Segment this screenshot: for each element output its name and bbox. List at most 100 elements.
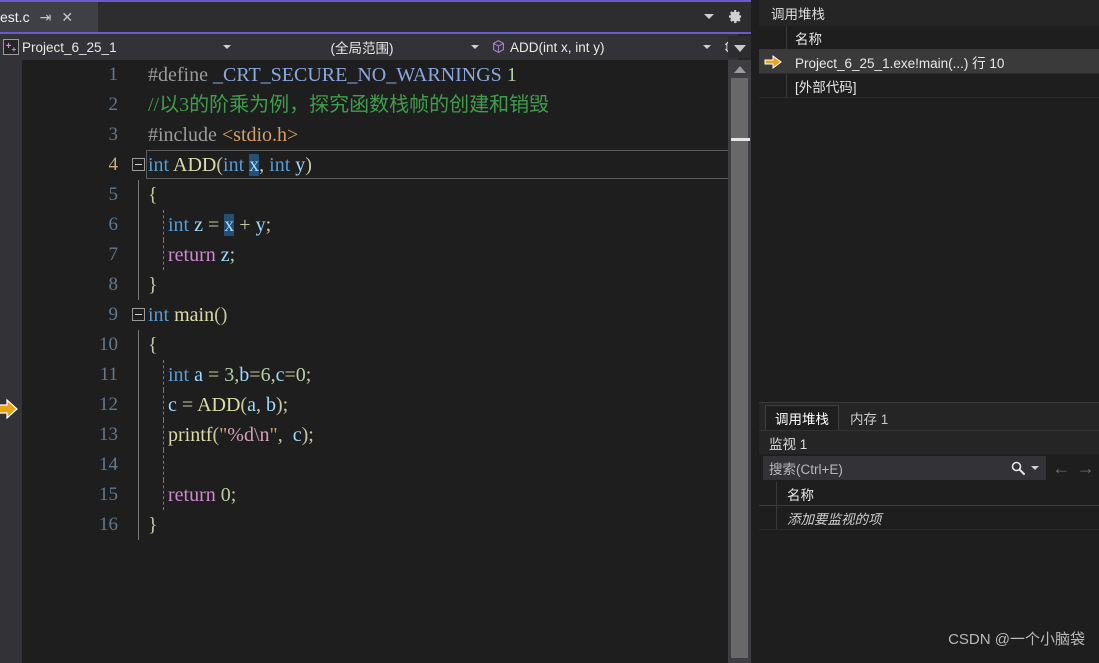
arrow-left-icon[interactable]: ← [1052, 459, 1071, 477]
callstack-row[interactable]: [外部代码] [759, 74, 1099, 98]
code-token: " [269, 424, 278, 446]
pin-icon[interactable]: ⇥ [40, 10, 52, 24]
watch-search-row: 搜索(Ctrl+E) ← → [759, 454, 1099, 482]
chevron-down-icon[interactable] [703, 45, 711, 49]
callstack-row-gutter [759, 74, 787, 97]
code-line[interactable]: 4 int ADD(int x, int y) [22, 150, 746, 180]
vertical-scrollbar[interactable] [728, 60, 751, 663]
line-number: 9 [108, 304, 119, 325]
watch-row[interactable]: 添加要监视的项 [759, 506, 1099, 530]
code-token: b [239, 364, 250, 386]
code-line[interactable]: 10 { [22, 330, 728, 360]
code-editor-text[interactable]: 1 #define _CRT_SECURE_NO_WARNINGS 1 2//以3的… [22, 60, 746, 663]
search-input[interactable]: 搜索(Ctrl+E) [769, 458, 843, 478]
code-line-text: return 0; [148, 480, 236, 510]
watch-gutter-header [759, 482, 777, 505]
code-token: ; [229, 244, 236, 266]
code-line[interactable]: 7 return z; [22, 240, 728, 270]
code-token: #include [148, 124, 222, 146]
line-number: 12 [99, 394, 118, 415]
code-token: { [148, 184, 158, 206]
code-line[interactable]: 6 int z = x + y; [22, 210, 728, 240]
code-line[interactable]: 16} [22, 510, 728, 540]
code-token: int [168, 214, 190, 236]
selected-token: x [224, 214, 235, 236]
callstack-frame-label: [外部代码] [795, 79, 857, 95]
code-token: int [148, 304, 170, 326]
scroll-up-arrow-icon[interactable] [734, 66, 746, 73]
code-token: 1 [506, 64, 517, 86]
close-icon[interactable]: ✕ [61, 10, 73, 24]
code-line[interactable]: 2 //以3的阶乘为例，探究函数栈帧的创建和销毁 [22, 90, 728, 120]
code-token: b [265, 394, 276, 416]
code-token: + [239, 214, 251, 236]
callstack-panel-title: 调用堆栈 [759, 0, 1099, 26]
chevron-down-icon[interactable] [704, 13, 714, 19]
watch-column-header: 名称 [759, 482, 1099, 506]
scrollbar-overflow-button[interactable] [728, 36, 751, 58]
code-token: 3 [224, 364, 235, 386]
fold-collapse-icon[interactable] [132, 308, 146, 322]
code-line-text: int a = 3,b=6,c=0; [148, 360, 311, 390]
code-token: 6 [260, 364, 271, 386]
scope-dropdown-label: (全局范围) [330, 41, 394, 56]
code-line[interactable]: 1 #define _CRT_SECURE_NO_WARNINGS 1 [22, 60, 728, 90]
callstack-row[interactable]: Project_6_25_1.exe!main(...) 行 10 [759, 50, 1099, 74]
magnifier-icon[interactable] [1010, 460, 1026, 479]
code-line[interactable]: 12 c = ADD(a, b); [22, 390, 728, 420]
tab-strip-accent-line [0, 0, 751, 2]
arrow-right-icon[interactable]: → [1077, 459, 1096, 477]
callstack-frame-label: Project_6_25_1.exe!main(...) 行 10 [795, 55, 1005, 71]
code-line[interactable]: 5{ [22, 180, 728, 210]
line-number: 10 [99, 334, 118, 355]
code-line[interactable]: 8} [22, 270, 728, 300]
line-number: 1 [108, 64, 119, 85]
line-number: 15 [99, 484, 118, 505]
watermark-label: CSDN @一个小脑袋 [948, 631, 1085, 648]
code-line[interactable]: 9 int main() [22, 300, 728, 330]
scope-dropdown[interactable]: (全局范围) [238, 34, 486, 60]
debug-panel-tab[interactable]: 内存 1 [841, 405, 897, 430]
debug-panel-tab[interactable]: 调用堆栈 [765, 405, 839, 430]
watch-title-label: 监视 1 [769, 436, 808, 452]
code-line[interactable]: 13 printf("%d\n", c); [22, 420, 728, 450]
code-token: } [148, 514, 158, 536]
code-line[interactable]: 14 [22, 450, 728, 480]
block-guide-line [138, 180, 139, 210]
code-token: ; [305, 364, 312, 386]
code-token: { [148, 334, 158, 356]
line-number: 3 [108, 124, 119, 145]
project-dropdown[interactable]: ++ Project_6_25_1 [0, 34, 238, 60]
code-token: = [249, 364, 261, 386]
selected-token: x [249, 154, 260, 176]
code-line[interactable]: 3 #include <stdio.h> [22, 120, 728, 150]
code-line[interactable]: 15 return 0; [22, 480, 728, 510]
callstack-title-label: 调用堆栈 [771, 7, 825, 22]
code-line[interactable]: 11 int a = 3,b=6,c=0; [22, 360, 728, 390]
code-token: y [255, 214, 266, 236]
chevron-down-icon [734, 45, 746, 52]
document-tab-strip: est.c ⇥ ✕ [0, 0, 751, 32]
code-token: main [174, 304, 215, 326]
chevron-down-icon[interactable] [471, 45, 479, 49]
line-number: 13 [99, 424, 118, 445]
line-number: 16 [99, 514, 118, 535]
code-token: //以3的阶乘为例，探究函数栈帧的创建和销毁 [148, 94, 550, 116]
chevron-down-icon[interactable] [1031, 466, 1039, 470]
chevron-down-icon[interactable] [223, 45, 231, 49]
document-tab-test-c[interactable]: est.c ⇥ ✕ [0, 2, 98, 32]
code-token: ); [275, 394, 289, 416]
code-token: a [194, 364, 204, 386]
member-dropdown[interactable]: ADD(int x, int y) [486, 34, 718, 60]
block-guide-line [138, 240, 139, 270]
code-line-text: } [148, 510, 158, 540]
scrollbar-thumb[interactable] [731, 78, 748, 658]
watch-search-box[interactable]: 搜索(Ctrl+E) [763, 456, 1046, 480]
breakpoint-margin[interactable] [0, 60, 22, 663]
code-token: ADD [197, 394, 241, 416]
fold-collapse-icon[interactable] [132, 158, 146, 172]
watch-add-item-placeholder[interactable]: 添加要监视的项 [777, 508, 882, 528]
gear-icon[interactable] [728, 9, 743, 24]
